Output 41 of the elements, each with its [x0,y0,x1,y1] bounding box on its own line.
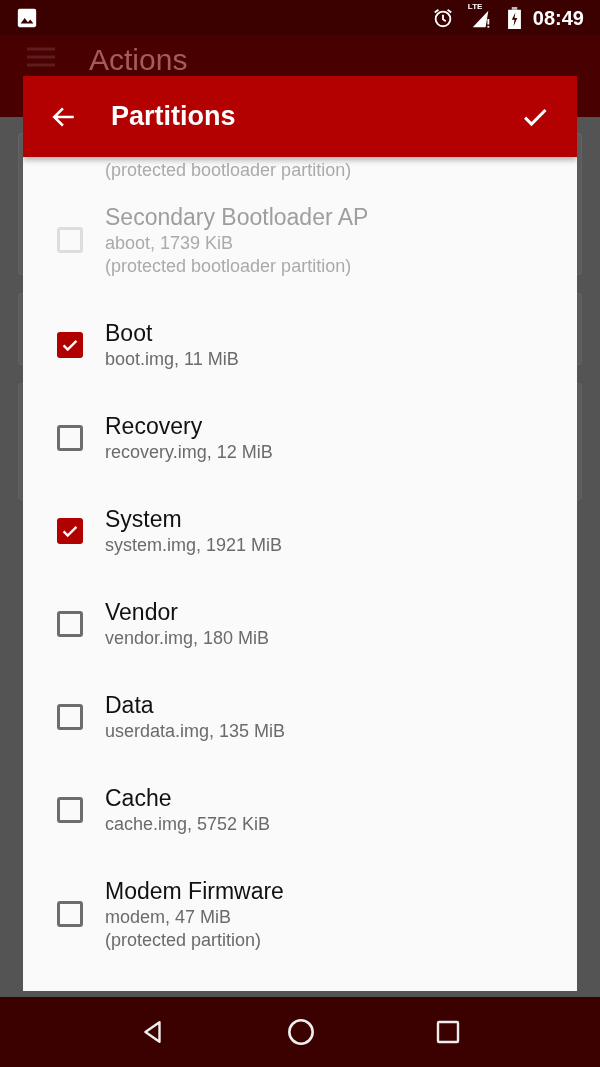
recents-icon[interactable] [435,1020,460,1044]
partition-title: Boot [105,319,154,348]
checkbox[interactable] [57,796,83,823]
network-label: LTE [467,2,483,11]
partition-detail: cache.img, 5752 KiB [105,813,271,836]
clock: 08:49 [532,5,584,31]
partition-detail: boot.img, 11 MiB [105,348,239,371]
dialog-title: Partitions [111,100,237,134]
battery-icon [507,6,521,29]
partition-title: Recovery [105,412,204,441]
partition-detail: modem, 47 MiB [105,906,233,929]
partition-note: (protected partition) [105,929,263,952]
partition-title: Modem Firmware [105,877,284,906]
partition-detail: system.img, 1921 MiB [105,534,283,557]
partition-item[interactable]: Cache cache.img, 5752 KiB [23,763,577,856]
partition-detail: vendor.img, 180 MiB [105,627,270,650]
partition-item[interactable]: System system.img, 1921 MiB [23,484,577,577]
partition-item[interactable]: Recovery recovery.img, 12 MiB [23,391,577,484]
partition-title: Data [105,691,155,720]
partition-item[interactable]: Boot boot.img, 11 MiB [23,298,577,391]
checkbox[interactable] [57,517,83,544]
checkbox[interactable] [57,901,83,927]
partition-detail: aboot, 1739 KiB [105,232,235,255]
partition-item[interactable]: Modem Firmware modem, 47 MiB (protected partition) [23,856,577,972]
partition-title: Vendor [105,598,179,627]
checkbox[interactable] [57,610,83,637]
checkbox[interactable] [57,703,83,730]
home-icon[interactable] [287,1018,315,1046]
partition-item[interactable]: Vendor vendor.img, 180 MiB [23,577,577,670]
image-icon [16,6,38,29]
checkbox[interactable] [57,331,83,358]
checkbox[interactable] [57,424,83,451]
partition-note: (protected bootloader partition) [105,159,352,182]
partition-title: System [105,505,183,534]
partition-detail: recovery.img, 12 MiB [105,441,273,464]
partition-note: (protected bootloader partition) [105,255,353,278]
app-title: Actions [89,43,188,77]
partition-title: Cache [105,784,173,813]
partition-item[interactable]: Data userdata.img, 135 MiB [23,670,577,763]
partition-title: Secondary Bootloader AP [105,203,369,232]
partition-detail: userdata.img, 135 MiB [105,720,286,743]
